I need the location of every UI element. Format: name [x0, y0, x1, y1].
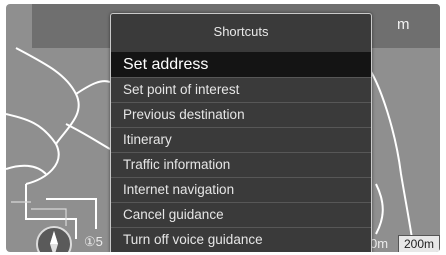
menu-title: Shortcuts — [213, 24, 269, 39]
distance-readout: 0m — [370, 236, 389, 251]
menu-item-itinerary[interactable]: Itinerary — [111, 128, 371, 153]
menu-item-traffic-information[interactable]: Traffic information — [111, 153, 371, 178]
map-road — [65, 123, 111, 150]
map-road — [75, 80, 111, 95]
shortcuts-menu: Shortcuts Set address Set point of inter… — [110, 13, 372, 252]
map-road — [15, 47, 80, 145]
info-indicator: ①5 — [84, 234, 103, 249]
compass-icon[interactable] — [36, 226, 72, 252]
map-road — [375, 183, 384, 235]
menu-item-set-address[interactable]: Set address — [111, 52, 371, 78]
menu-item-previous-destination[interactable]: Previous destination — [111, 103, 371, 128]
map-road — [6, 113, 60, 185]
menu-item-set-point-of-interest[interactable]: Set point of interest — [111, 78, 371, 103]
navigation-screen: m ①5 0m 200m Shortcuts Set address Set p… — [6, 4, 440, 252]
map-road — [31, 208, 67, 226]
map-scale-badge[interactable]: 200m — [398, 235, 440, 252]
menu-item-internet-navigation[interactable]: Internet navigation — [111, 178, 371, 203]
menu-item-turn-off-voice-guidance[interactable]: Turn off voice guidance — [111, 228, 371, 252]
menu-item-cancel-guidance[interactable]: Cancel guidance — [111, 203, 371, 228]
guidance-distance-text: m — [397, 16, 410, 33]
map-road — [365, 63, 415, 252]
menu-list: Set address Set point of interest Previo… — [111, 52, 371, 252]
map-road — [6, 164, 47, 175]
map-road — [46, 198, 97, 229]
